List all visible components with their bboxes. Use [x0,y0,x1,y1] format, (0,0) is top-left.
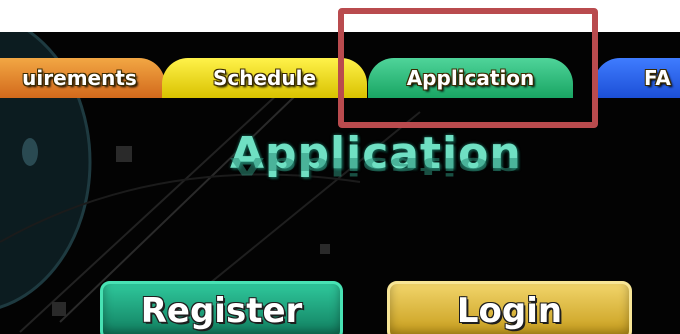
login-button[interactable]: Login [387,281,632,334]
login-button-label: Login [456,291,563,331]
tab-requirements[interactable]: uirements [0,58,165,98]
tab-faq-label: FA [644,66,671,90]
highlight-box [338,8,598,128]
tab-faq[interactable]: FA [594,58,680,98]
page-title-reflection: Application [230,151,522,180]
tab-requirements-label: uirements [22,66,137,90]
register-button[interactable]: Register [100,281,343,334]
register-button-label: Register [140,291,303,331]
tab-schedule[interactable]: Schedule [162,58,367,98]
tab-schedule-label: Schedule [212,66,317,90]
